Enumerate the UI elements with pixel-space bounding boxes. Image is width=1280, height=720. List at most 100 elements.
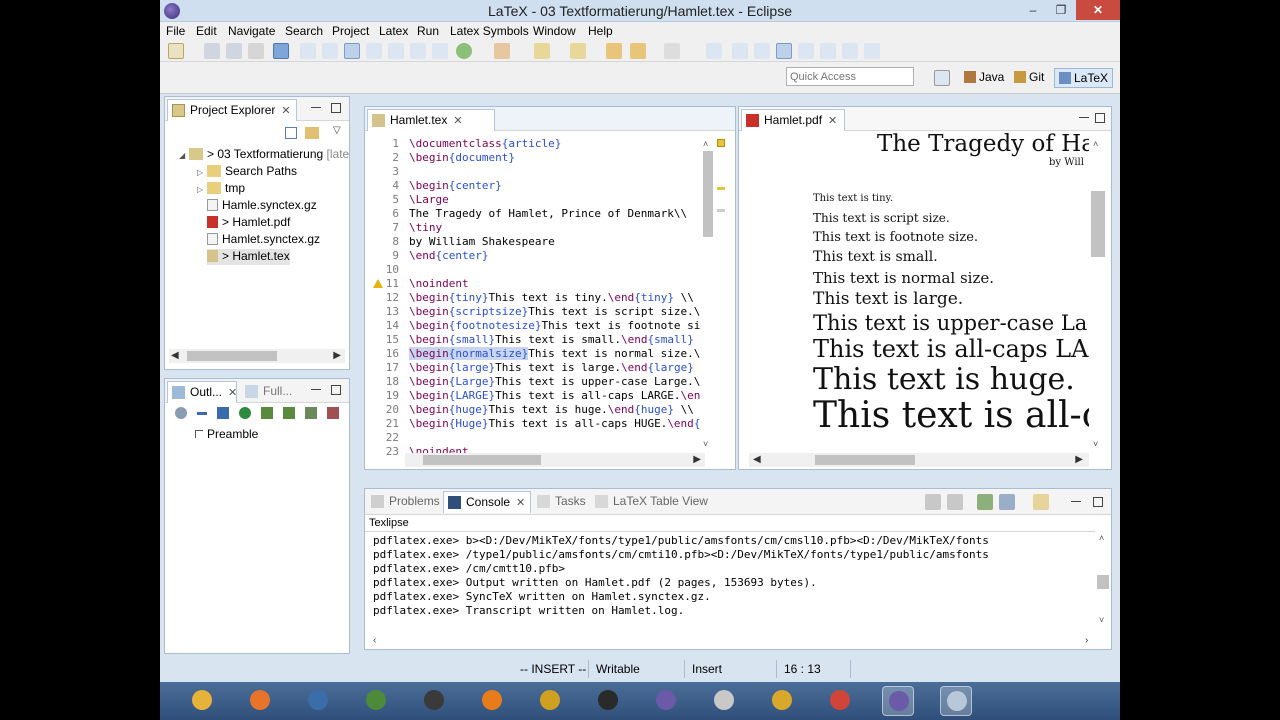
scroll-down-icon[interactable]: ˅ bbox=[703, 439, 708, 449]
code-line[interactable]: \begin{scriptsize}This text is script si… bbox=[409, 305, 700, 319]
pin-icon[interactable] bbox=[570, 43, 586, 59]
maximize-icon[interactable] bbox=[331, 103, 341, 113]
code-line[interactable]: \documentclass{article} bbox=[409, 137, 561, 151]
scroll-right-icon[interactable]: ▶ bbox=[333, 350, 341, 361]
hide-labels-icon[interactable] bbox=[261, 407, 273, 419]
hide-refs-icon[interactable] bbox=[283, 407, 295, 419]
scroll-thumb[interactable] bbox=[423, 455, 541, 465]
code-line[interactable]: \begin{Huge}This text is all-caps HUGE.\… bbox=[409, 417, 700, 431]
toolbar-icon[interactable] bbox=[820, 43, 836, 59]
minimize-icon[interactable] bbox=[1079, 117, 1089, 119]
forward-icon[interactable] bbox=[664, 43, 680, 59]
warning-icon[interactable] bbox=[373, 279, 383, 288]
expand-icon[interactable] bbox=[217, 407, 229, 419]
code-line[interactable]: \begin{normalsize}This text is normal si… bbox=[409, 347, 700, 361]
menu-run[interactable]: Run bbox=[417, 24, 439, 38]
screen-icon[interactable] bbox=[940, 686, 972, 716]
toolbar-icon[interactable] bbox=[388, 43, 404, 59]
scroll-right-icon[interactable]: › bbox=[1085, 635, 1088, 646]
toolbar-icon[interactable] bbox=[300, 43, 316, 59]
scroll-thumb[interactable] bbox=[187, 351, 277, 361]
menu-latex[interactable]: Latex bbox=[379, 24, 408, 38]
toolbar-icon[interactable] bbox=[776, 43, 792, 59]
display-console-icon[interactable] bbox=[999, 494, 1015, 510]
toolbar-icon[interactable] bbox=[322, 43, 338, 59]
collapse-icon[interactable] bbox=[197, 412, 207, 415]
toolbar-icon[interactable] bbox=[798, 43, 814, 59]
console-output[interactable]: pdflatex.exe> b><D:/Dev/MikTeX/fonts/typ… bbox=[365, 531, 1095, 635]
tree-item-project[interactable]: ◢ > 03 Textformatierung [late bbox=[179, 147, 349, 163]
scroll-lock-icon[interactable] bbox=[947, 494, 963, 510]
open-perspective-icon[interactable] bbox=[934, 70, 950, 86]
code-line[interactable]: by William Shakespeare bbox=[409, 235, 555, 249]
maximize-button[interactable]: ❐ bbox=[1048, 0, 1074, 20]
menu-search[interactable]: Search bbox=[285, 24, 323, 38]
filter-icon[interactable] bbox=[239, 407, 251, 419]
scroll-down-icon[interactable]: ˅ bbox=[1093, 439, 1098, 449]
vim-icon[interactable] bbox=[360, 686, 392, 716]
view-menu-icon[interactable]: ▽ bbox=[333, 125, 341, 136]
maximize-icon[interactable] bbox=[1095, 113, 1105, 123]
scroll-up-icon[interactable]: ˄ bbox=[1099, 533, 1104, 543]
calculator-icon[interactable] bbox=[418, 686, 450, 716]
scroll-up-icon[interactable]: ˄ bbox=[703, 139, 708, 149]
eclipse-icon[interactable] bbox=[882, 686, 914, 716]
tree-item-hamle-synctex[interactable]: Hamle.synctex.gz bbox=[207, 198, 317, 214]
code-line[interactable]: \tiny bbox=[409, 221, 442, 235]
pen-icon[interactable] bbox=[494, 43, 510, 59]
code-line[interactable]: \begin{huge}This text is huge.\end{huge}… bbox=[409, 403, 694, 417]
close-icon[interactable]: ✕ bbox=[453, 115, 462, 127]
close-icon[interactable]: ✕ bbox=[516, 497, 525, 509]
code-line[interactable]: \begin{tiny}This text is tiny.\end{tiny}… bbox=[409, 291, 694, 305]
toolbar-icon[interactable] bbox=[842, 43, 858, 59]
save-all-icon[interactable] bbox=[226, 43, 242, 59]
editor-vscroll-thumb[interactable] bbox=[703, 151, 713, 237]
minimize-icon[interactable] bbox=[311, 107, 321, 109]
tree-item-hamlet-pdf[interactable]: > Hamlet.pdf bbox=[207, 215, 290, 231]
code-line[interactable]: The Tragedy of Hamlet, Prince of Denmark… bbox=[409, 207, 687, 221]
scroll-thumb[interactable] bbox=[815, 455, 915, 465]
powerpoint-icon[interactable] bbox=[824, 686, 856, 716]
scroll-up-icon[interactable]: ˄ bbox=[1093, 139, 1098, 149]
code-line[interactable]: \begin{LARGE}This text is all-caps LARGE… bbox=[409, 389, 700, 403]
perspective-git[interactable]: Git bbox=[1010, 68, 1048, 88]
pdf-hscrollbar[interactable]: ◀ ▶ bbox=[749, 453, 1089, 467]
tab-hamlet-pdf[interactable]: Hamlet.pdf ✕ bbox=[741, 109, 845, 131]
toolbar-icon[interactable] bbox=[864, 43, 880, 59]
tree-item-search-paths[interactable]: ▷ Search Paths bbox=[197, 164, 297, 180]
collapse-arrow-icon[interactable]: ◢ bbox=[179, 151, 189, 160]
tree-item-hamlet-tex[interactable]: > Hamlet.tex bbox=[207, 249, 290, 265]
clear-console-icon[interactable] bbox=[925, 494, 941, 510]
back-icon[interactable] bbox=[606, 43, 622, 59]
explorer-hscrollbar[interactable]: ◀ ▶ bbox=[169, 349, 345, 363]
menu-project[interactable]: Project bbox=[332, 24, 369, 38]
editor-hscrollbar[interactable]: ▶ bbox=[405, 453, 705, 467]
close-icon[interactable]: ✕ bbox=[228, 387, 237, 399]
new-icon[interactable] bbox=[168, 43, 184, 59]
inkscape-icon[interactable] bbox=[534, 686, 566, 716]
open-console-icon[interactable] bbox=[1033, 494, 1049, 510]
quick-access-input[interactable] bbox=[786, 67, 914, 86]
tab-outline[interactable]: Outl... ✕ bbox=[167, 381, 237, 403]
firefox-icon[interactable] bbox=[244, 686, 276, 716]
thunderbird-icon[interactable] bbox=[302, 686, 334, 716]
hide-tables-icon[interactable] bbox=[327, 407, 339, 419]
tab-problems[interactable]: Problems bbox=[367, 491, 443, 513]
sync-icon[interactable] bbox=[175, 407, 187, 419]
maximize-icon[interactable] bbox=[331, 385, 341, 395]
tab-tasks[interactable]: Tasks bbox=[533, 491, 593, 513]
back-icon[interactable] bbox=[630, 43, 646, 59]
code-line[interactable]: \Large bbox=[409, 193, 449, 207]
run-icon[interactable] bbox=[456, 43, 472, 59]
pdf-vscroll-thumb[interactable] bbox=[1091, 191, 1105, 257]
pin-console-icon[interactable] bbox=[977, 494, 993, 510]
code-line[interactable]: \begin{center} bbox=[409, 179, 502, 193]
code-line[interactable]: \noindent bbox=[409, 277, 469, 291]
menu-navigate[interactable]: Navigate bbox=[228, 24, 275, 38]
menu-window[interactable]: Window bbox=[533, 24, 576, 38]
close-icon[interactable]: ✕ bbox=[828, 115, 837, 127]
expand-arrow-icon[interactable]: ▷ bbox=[197, 168, 207, 177]
tab-hamlet-tex[interactable]: Hamlet.tex ✕ bbox=[367, 109, 495, 131]
toolbar-icon[interactable] bbox=[754, 43, 770, 59]
hide-figures-icon[interactable] bbox=[305, 407, 317, 419]
